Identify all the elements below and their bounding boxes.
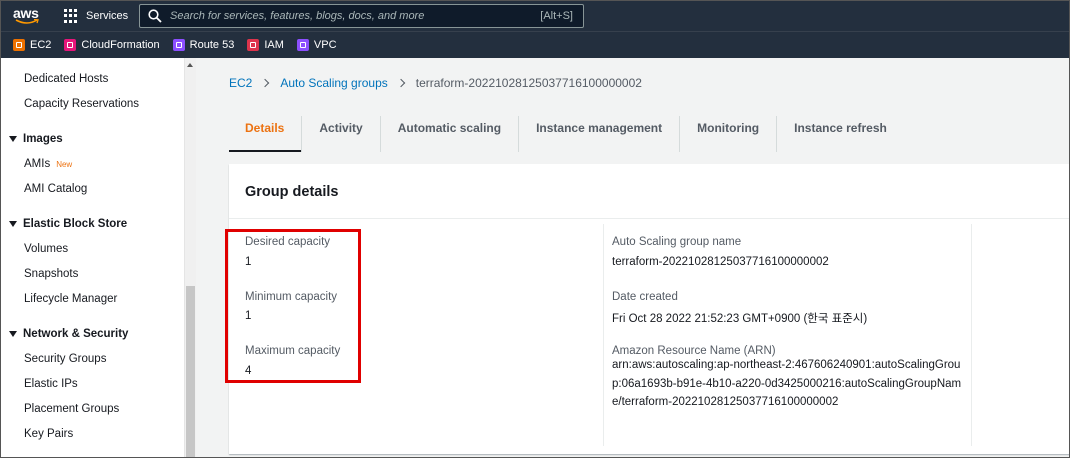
sidebar-item-lifecycle-manager[interactable]: Lifecycle Manager	[24, 293, 117, 305]
caret-down-icon	[9, 136, 17, 142]
grid-icon	[64, 9, 78, 23]
panel-header: Group details	[229, 164, 1069, 219]
sidebar-item-security-groups[interactable]: Security Groups	[24, 353, 106, 365]
aws-logo[interactable]: aws	[13, 5, 43, 27]
tab-bar: Details Activity Automatic scaling Insta…	[229, 116, 904, 152]
sidebar: Dedicated Hosts Capacity Reservations Im…	[1, 58, 196, 457]
favorite-label: Route 53	[189, 39, 235, 51]
favorite-vpc[interactable]: VPC	[296, 39, 337, 51]
route53-icon	[172, 39, 185, 51]
sidebar-scrollbar[interactable]	[184, 58, 196, 457]
top-navigation: aws Services [Alt+S]	[1, 1, 1069, 31]
sidebar-item-label: AMIs	[24, 158, 51, 170]
caret-down-icon	[9, 331, 17, 337]
tab-details[interactable]: Details	[229, 116, 303, 152]
tab-instance-refresh[interactable]: Instance refresh	[777, 116, 904, 152]
sidebar-section-network-security[interactable]: Network & Security	[9, 328, 128, 340]
breadcrumb-current: terraform-20221028125037716100000002	[415, 76, 642, 90]
sidebar-item-snapshots[interactable]: Snapshots	[24, 268, 78, 280]
services-menu-button[interactable]: Services	[64, 7, 128, 25]
sidebar-item-volumes[interactable]: Volumes	[24, 243, 68, 255]
date-created-value: Fri Oct 28 2022 21:52:23 GMT+0900 (한국 표준…	[612, 313, 868, 325]
ec2-icon	[13, 39, 25, 51]
breadcrumb-auto-scaling-groups[interactable]: Auto Scaling groups	[280, 76, 387, 90]
sidebar-item-elastic-ips[interactable]: Elastic IPs	[24, 378, 78, 390]
search-box[interactable]: [Alt+S]	[139, 4, 584, 28]
sidebar-item-key-pairs[interactable]: Key Pairs	[24, 428, 73, 440]
sidebar-section-label: Images	[23, 133, 63, 145]
favorite-route53[interactable]: Route 53	[172, 39, 235, 51]
column-divider	[603, 224, 604, 446]
sidebar-section-ebs[interactable]: Elastic Block Store	[9, 218, 127, 230]
tab-automatic-scaling[interactable]: Automatic scaling	[381, 116, 520, 152]
cloudformation-icon	[64, 39, 77, 51]
search-shortcut-hint: [Alt+S]	[540, 10, 573, 22]
scrollbar-thumb[interactable]	[186, 286, 195, 457]
asg-name-value: terraform-20221028125037716100000002	[612, 256, 829, 268]
sidebar-item-ami-catalog[interactable]: AMI Catalog	[24, 183, 87, 195]
scroll-up-icon[interactable]	[187, 63, 193, 67]
favorite-cloudformation[interactable]: CloudFormation	[64, 39, 160, 51]
search-input[interactable]	[170, 10, 530, 22]
tab-instance-management[interactable]: Instance management	[519, 116, 681, 152]
search-icon	[148, 9, 162, 23]
caret-down-icon	[9, 221, 17, 227]
tab-activity[interactable]: Activity	[302, 116, 381, 152]
app-window: aws Services [Alt+S] EC2	[0, 0, 1070, 458]
date-created-label: Date created	[612, 291, 678, 303]
panel-title: Group details	[245, 184, 339, 200]
favorite-label: CloudFormation	[81, 39, 160, 51]
favorite-iam[interactable]: IAM	[247, 39, 284, 51]
chevron-right-icon	[396, 78, 405, 88]
sidebar-item-placement-groups[interactable]: Placement Groups	[24, 403, 119, 415]
breadcrumb-ec2[interactable]: EC2	[229, 76, 252, 90]
favorites-bar: EC2 CloudFormation Route 53 IAM VPC	[1, 31, 1069, 58]
sidebar-item-capacity-reservations[interactable]: Capacity Reservations	[24, 98, 139, 110]
new-badge: New	[56, 160, 73, 169]
sidebar-section-label: Elastic Block Store	[23, 218, 128, 230]
sidebar-item-dedicated-hosts[interactable]: Dedicated Hosts	[24, 73, 108, 85]
highlight-box	[225, 229, 361, 383]
favorite-label: EC2	[30, 39, 52, 51]
arn-value: arn:aws:autoscaling:ap-northeast-2:46760…	[612, 359, 962, 408]
vpc-icon	[296, 39, 309, 51]
tab-monitoring[interactable]: Monitoring	[680, 116, 778, 152]
column-divider	[971, 224, 972, 446]
sidebar-item-amis[interactable]: AMIs New	[24, 158, 72, 170]
chevron-right-icon	[261, 78, 270, 88]
sidebar-section-images[interactable]: Images	[9, 133, 63, 145]
services-label: Services	[86, 10, 129, 22]
favorite-label: VPC	[313, 39, 337, 51]
breadcrumb: EC2 Auto Scaling groups terraform-202210…	[229, 76, 642, 90]
sidebar-section-label: Network & Security	[23, 328, 129, 340]
asg-name-label: Auto Scaling group name	[612, 236, 742, 248]
aws-smile-icon	[15, 19, 39, 24]
favorite-ec2[interactable]: EC2	[13, 39, 51, 51]
iam-icon	[247, 39, 260, 51]
favorite-label: IAM	[264, 39, 284, 51]
